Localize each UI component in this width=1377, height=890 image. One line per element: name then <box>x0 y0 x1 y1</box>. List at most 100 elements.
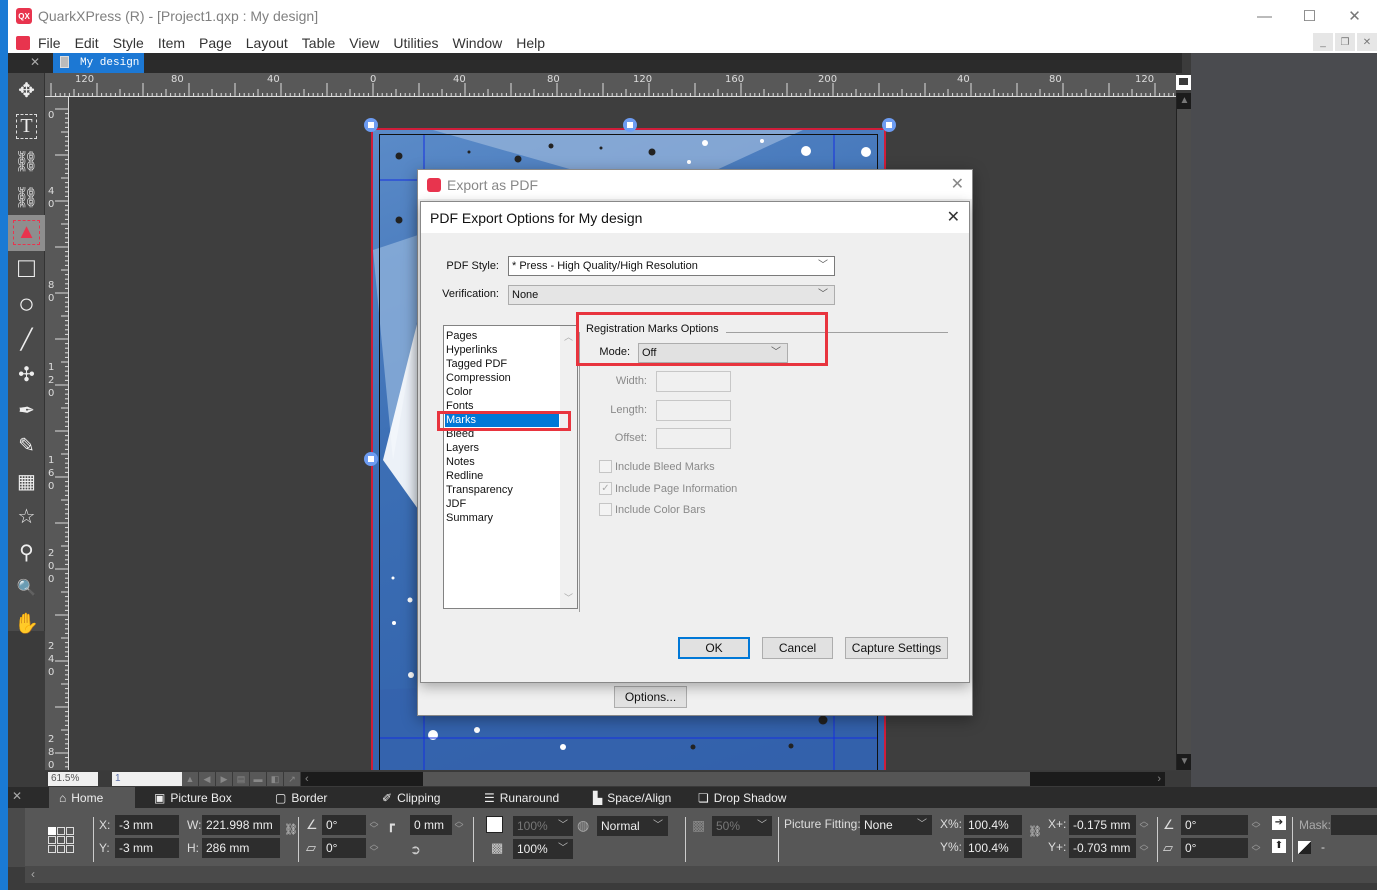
ruler-corner-toggle[interactable] <box>1176 75 1191 90</box>
list-item-tagged-pdf[interactable]: Tagged PDF <box>445 357 559 371</box>
rotation-stepper[interactable]: ︿ ﹀ <box>369 817 379 834</box>
x-offset-field[interactable]: -0.175 mm <box>1069 815 1136 835</box>
list-item-pages[interactable]: Pages <box>445 329 559 343</box>
constrain-link-icon[interactable]: ⛓ <box>284 823 298 836</box>
split-horizontal-icon[interactable]: ▤ <box>233 772 249 786</box>
x-scale-field[interactable]: 100.4% <box>964 815 1022 835</box>
menu-utilities[interactable]: Utilities <box>393 35 438 51</box>
corner-radius-field[interactable]: 0 mm <box>410 815 452 835</box>
maximize-button[interactable]: ☐ <box>1287 0 1332 32</box>
list-item-hyperlinks[interactable]: Hyperlinks <box>445 343 559 357</box>
page-up-icon[interactable]: ▲ <box>182 772 198 786</box>
tab-border[interactable]: ▢ Border <box>275 787 327 808</box>
corner-radius-stepper[interactable]: ︿ ﹀ <box>454 817 464 834</box>
text-content-tool[interactable]: T <box>8 109 45 145</box>
document-menu-icon[interactable] <box>16 35 30 50</box>
category-list[interactable]: Pages Hyperlinks Tagged PDF Compression … <box>443 325 578 609</box>
menu-window[interactable]: Window <box>452 35 502 51</box>
list-item-redline[interactable]: Redline <box>445 469 559 483</box>
length-input[interactable] <box>656 400 731 421</box>
export-dialog-close-button[interactable]: ✕ <box>951 174 964 194</box>
next-page-icon[interactable]: ▶ <box>216 772 232 786</box>
scroll-left-icon[interactable]: ‹ <box>305 772 309 786</box>
blend-mode-select[interactable]: Normal ﹀ <box>597 816 668 836</box>
flip-icon[interactable]: ➲ <box>410 842 421 858</box>
list-item-jdf[interactable]: JDF <box>445 497 559 511</box>
fill-opacity-field[interactable]: 100% ﹀ <box>513 816 573 836</box>
y-offset-field[interactable]: -0.703 mm <box>1069 838 1136 858</box>
menu-layout[interactable]: Layout <box>246 35 288 51</box>
minimize-button[interactable]: — <box>1242 0 1287 32</box>
rotation-field[interactable]: 0° <box>322 815 366 835</box>
scroll-up-icon[interactable]: ▲ <box>1177 93 1192 109</box>
x-field[interactable]: -3 mm <box>115 815 179 835</box>
menu-style[interactable]: Style <box>113 35 144 51</box>
pdf-style-select[interactable]: * Press - High Quality/High Resolution ﹀ <box>508 256 835 276</box>
offset-input[interactable] <box>656 428 731 449</box>
capture-settings-button[interactable]: Capture Settings <box>845 637 948 659</box>
y-field[interactable]: -3 mm <box>115 838 179 858</box>
scale-link-icon[interactable]: ⛓ <box>1028 825 1042 838</box>
picture-angle-stepper[interactable]: ︿ ﹀ <box>1251 817 1261 834</box>
freehand-tool[interactable]: ✎ <box>8 428 45 464</box>
close-palette-icon[interactable]: ✕ <box>12 789 22 803</box>
doc-minimize-button[interactable]: _ <box>1313 33 1333 51</box>
menu-edit[interactable]: Edit <box>75 35 99 51</box>
menu-file[interactable]: File <box>38 35 61 51</box>
resize-handle[interactable] <box>882 118 896 132</box>
linking-tool[interactable]: ⛓ <box>8 144 45 180</box>
include-page-information-checkbox[interactable]: ✓ <box>599 482 612 495</box>
verification-select[interactable]: None ﹀ <box>508 285 835 305</box>
skew-stepper[interactable]: ︿ ﹀ <box>369 840 379 857</box>
doc-close-button[interactable]: ✕ <box>1357 33 1377 51</box>
corner-style-icon[interactable]: ┏ <box>387 817 395 833</box>
list-item-notes[interactable]: Notes <box>445 455 559 469</box>
resize-handle[interactable] <box>364 452 378 466</box>
close-panel-icon[interactable]: ✕ <box>30 55 40 69</box>
table-tool[interactable]: ▦ <box>8 464 45 500</box>
rectangle-box-tool[interactable]: □ <box>8 251 45 287</box>
bezier-pen-tool[interactable]: ✒ <box>8 393 45 429</box>
point-tool[interactable]: ✣ <box>8 357 45 393</box>
picture-content-tool[interactable]: ▲ <box>8 215 45 251</box>
document-tab[interactable]: My design <box>53 53 144 73</box>
vertical-scrollbar[interactable]: ▲ ▼ <box>1176 93 1192 770</box>
width-input[interactable] <box>656 371 731 392</box>
list-item-layers[interactable]: Layers <box>445 441 559 455</box>
fill-color-swatch[interactable] <box>486 816 503 833</box>
tab-runaround[interactable]: ☰ Runaround <box>484 787 559 808</box>
zoom-field[interactable]: 61.5% <box>48 772 98 786</box>
scroll-down-icon[interactable]: ▼ <box>1177 754 1192 770</box>
scroll-right-icon[interactable]: › <box>1157 772 1161 786</box>
unlinking-tool[interactable]: ⛓ <box>8 180 45 216</box>
shadow-opacity-field[interactable]: 50% ﹀ <box>712 816 772 836</box>
pan-tool[interactable]: ✋ <box>8 606 45 642</box>
dialog-close-button[interactable]: ✕ <box>947 207 960 227</box>
tab-space-align[interactable]: ▙ Space/Align <box>593 787 671 808</box>
skew-field[interactable]: 0° <box>322 838 366 858</box>
picture-angle-field[interactable]: 0° <box>1181 815 1248 835</box>
menu-table[interactable]: Table <box>302 35 335 51</box>
palette-scrollbar[interactable]: ‹ <box>25 866 1377 883</box>
width-field[interactable]: 221.998 mm <box>202 815 280 835</box>
cancel-button[interactable]: Cancel <box>762 637 833 659</box>
y-offset-stepper[interactable]: ︿ ﹀ <box>1139 840 1149 857</box>
tab-home[interactable]: ⌂ Home <box>49 787 135 808</box>
list-item-compression[interactable]: Compression <box>445 371 559 385</box>
line-tool[interactable]: ╱ <box>8 322 45 358</box>
starburst-tool[interactable]: ☆ <box>8 499 45 535</box>
menu-help[interactable]: Help <box>516 35 545 51</box>
y-scale-field[interactable]: 100.4% <box>964 838 1022 858</box>
x-offset-stepper[interactable]: ︿ ﹀ <box>1139 817 1149 834</box>
split-view-icon[interactable]: ▬ <box>250 772 266 786</box>
ok-button[interactable]: OK <box>678 637 750 659</box>
scroll-thumb[interactable] <box>423 772 1030 786</box>
scroll-left-icon[interactable]: ‹ <box>31 867 35 881</box>
prev-page-icon[interactable]: ◀ <box>199 772 215 786</box>
list-item-transparency[interactable]: Transparency <box>445 483 559 497</box>
horizontal-scrollbar[interactable]: ‹ › <box>301 772 1165 786</box>
eyedropper-tool[interactable]: ⚲ <box>8 535 45 571</box>
menu-page[interactable]: Page <box>199 35 232 51</box>
resize-handle[interactable] <box>623 118 637 132</box>
oval-box-tool[interactable]: ○ <box>8 286 45 322</box>
